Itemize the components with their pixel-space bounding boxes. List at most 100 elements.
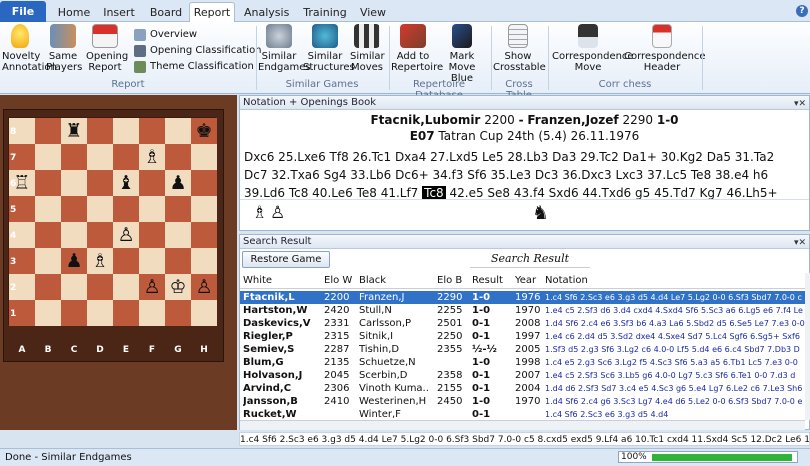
board-square[interactable]: [61, 196, 87, 222]
moves-line[interactable]: Dxc6 25.Lxe6 Tf8 26.Tc1 Dxa4 27.Lxd5 Le5…: [244, 148, 793, 166]
tab-insert[interactable]: Insert: [100, 3, 138, 22]
board-square[interactable]: [87, 170, 113, 196]
table-row[interactable]: Arvind,C 2306 Vinoth Kuma.. 2155 0-1 2004 1.d4…: [240, 382, 805, 395]
board-square[interactable]: [113, 118, 139, 144]
black-pawn-icon[interactable]: ♟: [61, 248, 87, 274]
board-square[interactable]: [191, 222, 217, 248]
tab-view[interactable]: View: [358, 3, 388, 22]
table-row[interactable]: Holvason,J 2045 Scerbin,D 2358 0-1 2007 1.e4 c…: [240, 369, 805, 382]
board-square[interactable]: [191, 144, 217, 170]
correspondence-move-button[interactable]: Correspondence Move: [552, 24, 634, 76]
white-king-icon[interactable]: ♔: [165, 274, 191, 300]
help-icon[interactable]: ?: [796, 5, 808, 17]
board-square[interactable]: [191, 300, 217, 326]
board-square[interactable]: [87, 196, 113, 222]
board-square[interactable]: [165, 196, 191, 222]
column-header[interactable]: Year: [515, 273, 543, 289]
moves-line[interactable]: Dc7 32.Txa6 Sg4 33.Lb6 Dc6+ 34.f3 Sf6 35…: [244, 166, 793, 184]
board-square[interactable]: [139, 170, 165, 196]
board-square[interactable]: [191, 248, 217, 274]
black-pawn-icon[interactable]: ♟: [165, 170, 191, 196]
board-square[interactable]: [113, 274, 139, 300]
novelty-annotation-button[interactable]: Novelty Annotation: [2, 24, 57, 76]
column-header[interactable]: Result: [472, 273, 514, 289]
opening-classification-button[interactable]: Opening Classification: [134, 44, 262, 58]
horizontal-scrollbar[interactable]: [240, 420, 805, 430]
board-square[interactable]: [87, 274, 113, 300]
board-square[interactable]: [61, 144, 87, 170]
tab-board[interactable]: Board: [146, 3, 186, 22]
board-square[interactable]: [35, 196, 61, 222]
board-square[interactable]: [139, 248, 165, 274]
current-move[interactable]: Tc8: [422, 186, 446, 199]
board-square[interactable]: [165, 222, 191, 248]
table-row[interactable]: Ftacnik,L 2200 Franzen,J 2290 1-0 1976 1.c4 Sf…: [240, 291, 805, 304]
show-crosstable-button[interactable]: Show Crosstable: [493, 24, 546, 76]
column-header[interactable]: Elo B: [437, 273, 471, 289]
theme-classification-button[interactable]: Theme Classification: [134, 60, 254, 74]
board-square[interactable]: [113, 196, 139, 222]
tab-report[interactable]: Report: [189, 2, 235, 23]
column-header[interactable]: Black: [359, 273, 436, 289]
board-square[interactable]: [165, 118, 191, 144]
board-square[interactable]: [165, 248, 191, 274]
tab-analysis[interactable]: Analysis: [244, 3, 289, 22]
table-row[interactable]: Hartston,W 2420 Stull,N 2255 1-0 1970 1.e4 c5 …: [240, 304, 805, 317]
board-square[interactable]: [87, 144, 113, 170]
opening-report-button[interactable]: Opening Report: [86, 24, 128, 76]
board-square[interactable]: [191, 196, 217, 222]
board-square[interactable]: [35, 222, 61, 248]
board-square[interactable]: [35, 300, 61, 326]
table-row[interactable]: Jansson,B 2410 Westerinen,H 2450 1-0 1970 1.d4…: [240, 395, 805, 408]
restore-game-button[interactable]: Restore Game: [242, 251, 330, 268]
moves-line[interactable]: 39.Ld6 Tc8 40.Le6 Te8 41.Lf7 Tc8 42.e5 S…: [244, 184, 793, 199]
mark-move-blue-button[interactable]: Mark Move Blue: [437, 24, 487, 84]
tab-file[interactable]: File: [0, 1, 46, 22]
board-square[interactable]: [165, 300, 191, 326]
add-to-repertoire-button[interactable]: Add to Repertoire: [391, 24, 443, 76]
chess-board[interactable]: ♜ ♚ ♗ ♖ ♝ ♟ ♙ ♟ ♗ ♙ ♔ ♙: [8, 117, 217, 326]
board-square[interactable]: [35, 248, 61, 274]
board-square[interactable]: [165, 144, 191, 170]
black-rook-icon[interactable]: ♜: [61, 118, 87, 144]
tab-home[interactable]: Home: [56, 3, 92, 22]
table-row[interactable]: Riegler,P 2315 Sitnik,I 2250 0-1 1997 1.e4 c6 …: [240, 330, 805, 343]
board-square[interactable]: [113, 248, 139, 274]
board-square[interactable]: [35, 170, 61, 196]
table-row[interactable]: Daskevics,V 2331 Carlsson,P 2501 0-1 2008 1.d4…: [240, 317, 805, 330]
board-square[interactable]: [113, 144, 139, 170]
correspondence-header-button[interactable]: Correspondence Header: [624, 24, 706, 76]
table-row[interactable]: Blum,G 2135 Schuetze,N 1-0 1998 1.c4 e5 2.g3 …: [240, 356, 805, 369]
board-square[interactable]: [139, 300, 165, 326]
similar-moves-button[interactable]: Similar Moves: [350, 24, 385, 76]
white-player[interactable]: Ftacnik,Lubomir: [370, 113, 480, 127]
white-bishop-icon[interactable]: ♗: [87, 248, 113, 274]
board-square[interactable]: [139, 118, 165, 144]
white-pawn-icon[interactable]: ♙: [113, 222, 139, 248]
pane-menu-icon[interactable]: ▾✕: [794, 236, 806, 250]
vertical-scrollbar[interactable]: [805, 273, 810, 420]
black-player[interactable]: Franzen,Jozef: [527, 113, 618, 127]
board-square[interactable]: [87, 118, 113, 144]
table-row[interactable]: Semiev,S 2287 Tishin,D 2355 ½-½ 2005 1.Sf3 d5 …: [240, 343, 805, 356]
same-players-button[interactable]: Same Players: [46, 24, 82, 76]
board-square[interactable]: [35, 144, 61, 170]
board-square[interactable]: [61, 170, 87, 196]
pane-menu-icon[interactable]: ▾✕: [794, 97, 806, 111]
board-square[interactable]: [61, 222, 87, 248]
white-pawn-icon[interactable]: ♙: [139, 274, 165, 300]
board-square[interactable]: [87, 222, 113, 248]
white-bishop-icon[interactable]: ♗: [139, 144, 165, 170]
similar-structures-button[interactable]: Similar Structures: [303, 24, 355, 76]
move-list[interactable]: Dxc6 25.Lxe6 Tf8 26.Tc1 Dxa4 27.Lxd5 Le5…: [240, 144, 809, 200]
eco-code[interactable]: E07: [410, 129, 435, 143]
black-king-icon[interactable]: ♚: [191, 118, 217, 144]
black-bishop-icon[interactable]: ♝: [113, 170, 139, 196]
moves-segment[interactable]: 39.Ld6 Tc8 40.Le6 Te8 41.Lf7: [244, 186, 418, 199]
overview-button[interactable]: Overview: [134, 28, 197, 42]
board-square[interactable]: [61, 300, 87, 326]
board-square[interactable]: [113, 300, 139, 326]
board-square[interactable]: [139, 196, 165, 222]
board-square[interactable]: [35, 274, 61, 300]
board-square[interactable]: [191, 170, 217, 196]
